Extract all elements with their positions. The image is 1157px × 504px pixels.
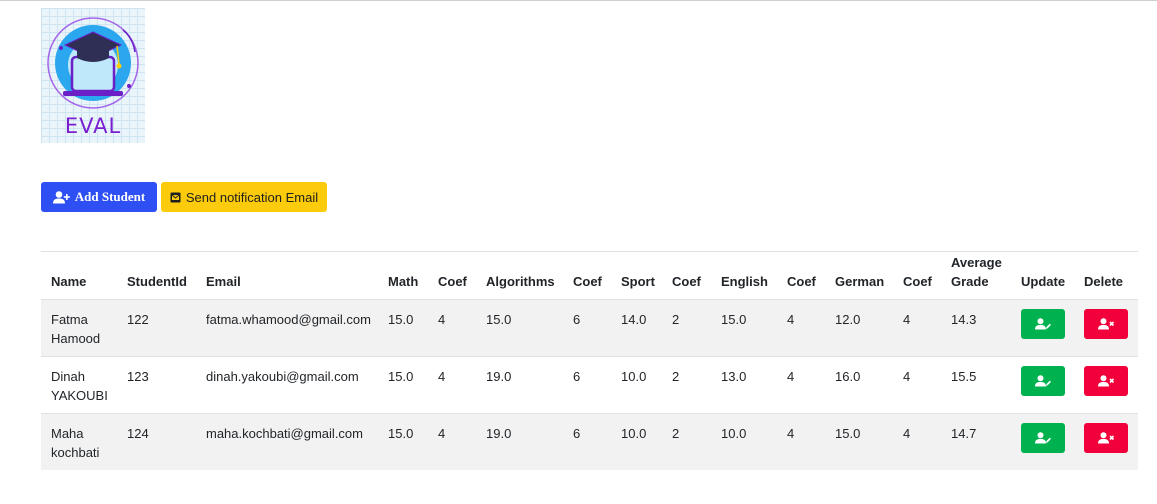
- cell-algorithms: 19.0: [486, 425, 512, 441]
- user-edit-icon: [1035, 374, 1051, 386]
- first-name: Dinah: [51, 368, 85, 384]
- cell-math: 15.0: [388, 425, 414, 441]
- cell-algorithms-coef: 6: [573, 368, 581, 384]
- cell-german: 12.0: [835, 311, 861, 327]
- cell-algorithms: 15.0: [486, 311, 512, 327]
- add-student-button[interactable]: Add Student: [41, 182, 157, 212]
- first-name: Maha: [51, 425, 84, 441]
- cell-student-id: 123: [127, 368, 149, 384]
- cell-german: 15.0: [835, 425, 861, 441]
- user-plus-icon: [52, 190, 70, 203]
- top-divider: [0, 0, 1157, 1]
- graduation-laptop-logo-icon: [47, 17, 139, 109]
- send-notification-email-button[interactable]: Send notification Email: [161, 182, 327, 212]
- col-header-update: Update: [1021, 273, 1066, 289]
- first-name: Fatma: [51, 311, 88, 327]
- delete-student-button[interactable]: [1084, 422, 1128, 453]
- cell-sport: 10.0: [621, 368, 647, 384]
- user-edit-icon: [1035, 431, 1051, 443]
- cell-sport-coef: 2: [672, 368, 680, 384]
- cell-german-coef: 4: [903, 368, 911, 384]
- cell-name: Maha kochbati: [41, 413, 117, 470]
- col-header-math-coef: Coef: [438, 273, 467, 289]
- table-header-row: Name StudentId Email Math Coef Algorithm…: [41, 252, 1138, 299]
- cell-english-coef: 4: [787, 368, 795, 384]
- cell-delete: [1074, 413, 1138, 470]
- cell-english: 13.0: [721, 368, 747, 384]
- col-header-sport-coef: Coef: [672, 273, 701, 289]
- last-name: YAKOUBI: [51, 387, 108, 403]
- cell-english: 10.0: [721, 425, 747, 441]
- cell-german-coef: 4: [903, 311, 911, 327]
- cell-update: [1011, 356, 1074, 413]
- cell-student-id: 122: [127, 311, 149, 327]
- delete-student-button[interactable]: [1084, 308, 1128, 339]
- user-remove-icon: [1098, 431, 1114, 443]
- cell-update: [1011, 413, 1074, 470]
- col-header-german-coef: Coef: [903, 273, 932, 289]
- grade-label: Grade: [951, 273, 989, 289]
- cell-name: Fatma Hamood: [41, 299, 117, 356]
- table-row: Maha kochbati 124 maha.kochbati@gmail.com…: [41, 413, 1138, 470]
- send-notification-email-label: Send notification Email: [185, 189, 319, 205]
- col-header-algorithms: Algorithms: [486, 273, 555, 289]
- col-header-student-id: StudentId: [127, 273, 187, 289]
- logo-text: EVAL: [64, 114, 122, 138]
- cell-german: 16.0: [835, 368, 861, 384]
- table-row: Dinah YAKOUBI 123 dinah.yakoubi@gmail.com…: [41, 356, 1138, 413]
- cell-sport: 14.0: [621, 311, 647, 327]
- envelope-icon: [170, 192, 181, 202]
- cell-average-grade: 15.5: [951, 368, 977, 384]
- cell-sport-coef: 2: [672, 425, 680, 441]
- col-header-algorithms-coef: Coef: [573, 273, 602, 289]
- cell-student-id: 124: [127, 425, 149, 441]
- cell-english-coef: 4: [787, 311, 795, 327]
- cell-name: Dinah YAKOUBI: [41, 356, 117, 413]
- cell-update: [1011, 299, 1074, 356]
- cell-math-coef: 4: [438, 425, 446, 441]
- cell-german-coef: 4: [903, 425, 911, 441]
- cell-email: maha.kochbati@gmail.com: [206, 425, 363, 441]
- col-header-sport: Sport: [621, 273, 655, 289]
- col-header-english-coef: Coef: [787, 273, 816, 289]
- user-remove-icon: [1098, 374, 1114, 386]
- update-student-button[interactable]: [1021, 422, 1065, 453]
- table-row: Fatma Hamood 122 fatma.whamood@gmail.com …: [41, 299, 1138, 356]
- cell-average-grade: 14.3: [951, 311, 977, 327]
- cell-average-grade: 14.7: [951, 425, 977, 441]
- cell-sport: 10.0: [621, 425, 647, 441]
- cell-math-coef: 4: [438, 368, 446, 384]
- last-name: Hamood: [51, 330, 101, 346]
- cell-delete: [1074, 299, 1138, 356]
- cell-email: dinah.yakoubi@gmail.com: [206, 368, 359, 384]
- cell-english-coef: 4: [787, 425, 795, 441]
- average-label: Average: [951, 254, 1002, 270]
- col-header-german: German: [835, 273, 885, 289]
- cell-email: fatma.whamood@gmail.com: [206, 311, 371, 327]
- cell-math: 15.0: [388, 311, 414, 327]
- cell-math-coef: 4: [438, 311, 446, 327]
- cell-english: 15.0: [721, 311, 747, 327]
- cell-delete: [1074, 356, 1138, 413]
- students-table: Name StudentId Email Math Coef Algorithm…: [41, 252, 1138, 470]
- add-student-label: Add Student: [74, 189, 146, 204]
- cell-algorithms: 19.0: [486, 368, 512, 384]
- user-edit-icon: [1035, 317, 1051, 329]
- last-name: kochbati: [51, 444, 100, 460]
- col-header-math: Math: [388, 273, 419, 289]
- update-student-button[interactable]: [1021, 308, 1065, 339]
- delete-student-button[interactable]: [1084, 365, 1128, 396]
- col-header-delete: Delete: [1084, 273, 1124, 289]
- col-header-email: Email: [206, 273, 241, 289]
- cell-math: 15.0: [388, 368, 414, 384]
- user-remove-icon: [1098, 317, 1114, 329]
- eval-logo: EVAL: [41, 8, 145, 143]
- cell-sport-coef: 2: [672, 311, 680, 327]
- col-header-english: English: [721, 273, 768, 289]
- col-header-name: Name: [51, 273, 87, 289]
- cell-algorithms-coef: 6: [573, 425, 581, 441]
- col-header-average-grade: Average Grade: [941, 252, 1011, 299]
- cell-algorithms-coef: 6: [573, 311, 581, 327]
- update-student-button[interactable]: [1021, 365, 1065, 396]
